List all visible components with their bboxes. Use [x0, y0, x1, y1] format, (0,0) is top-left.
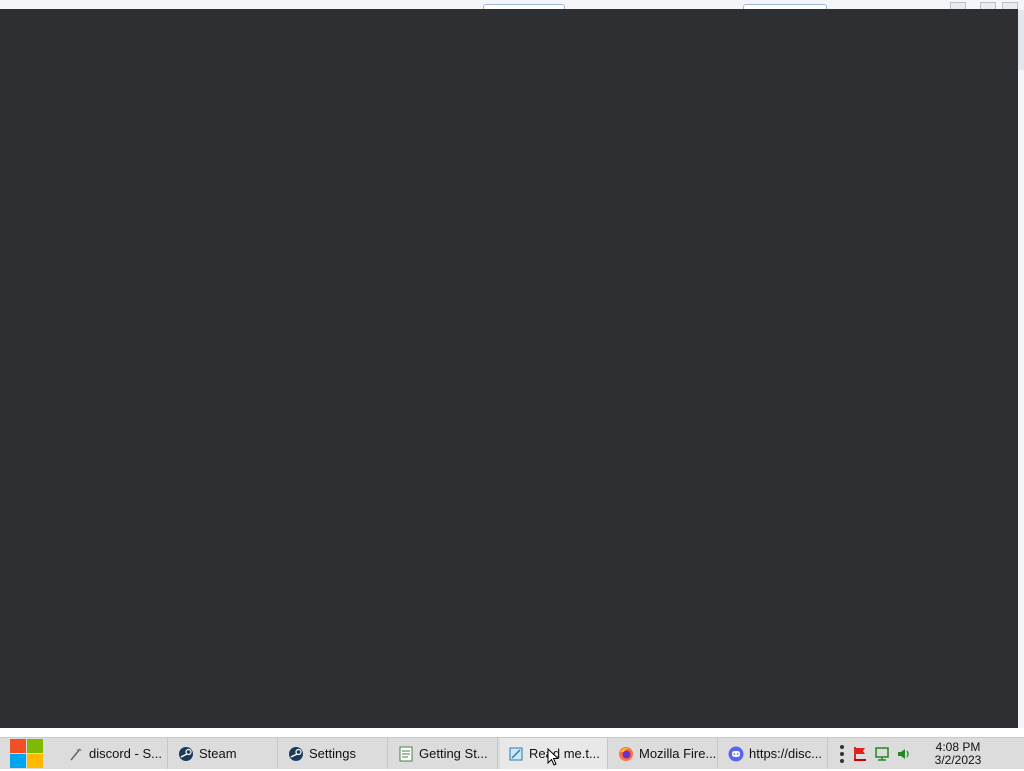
- flag-icon[interactable]: [849, 738, 871, 769]
- windows-logo-icon: [10, 739, 44, 769]
- start-button[interactable]: [0, 738, 52, 769]
- document-icon: [398, 746, 414, 762]
- taskbar-item-label: discord - S...: [89, 746, 162, 761]
- taskbar-item-label: Read me.t...: [529, 746, 600, 761]
- network-icon[interactable]: [871, 738, 893, 769]
- taskbar-item-discord-browser[interactable]: https://disc...: [720, 738, 828, 769]
- background-window-edge: [1017, 10, 1024, 728]
- feather-icon: [68, 746, 84, 762]
- steam-icon: [178, 746, 194, 762]
- clock[interactable]: 4:08 PM 3/2/2023: [927, 739, 989, 767]
- taskbar-item-label: Settings: [309, 746, 356, 761]
- taskbar-item-settings[interactable]: Settings: [280, 738, 388, 769]
- taskbar-item-label: Mozilla Fire...: [639, 746, 717, 761]
- clock-time: 4:08 PM: [935, 739, 981, 754]
- taskbar-item-label: Steam: [199, 746, 237, 761]
- taskbar: discord - S... Steam Settings Getting St…: [0, 737, 1024, 769]
- more-options-icon[interactable]: [835, 738, 849, 769]
- firefox-icon: [618, 746, 634, 762]
- discord-icon: [728, 746, 744, 762]
- notepad-icon: [508, 746, 524, 762]
- desktop-strip: [0, 728, 1024, 737]
- taskbar-item-label: https://disc...: [749, 746, 822, 761]
- taskbar-item-getting-started[interactable]: Getting St...: [390, 738, 498, 769]
- taskbar-item-label: Getting St...: [419, 746, 488, 761]
- system-tray: 4:08 PM 3/2/2023: [829, 738, 1024, 769]
- volume-icon[interactable]: [893, 738, 915, 769]
- clock-date: 3/2/2023: [934, 752, 982, 767]
- taskbar-item-firefox[interactable]: Mozilla Fire...: [610, 738, 718, 769]
- taskbar-item-steam[interactable]: Steam: [170, 738, 278, 769]
- taskbar-item-discord-setup[interactable]: discord - S...: [60, 738, 168, 769]
- dark-app-window[interactable]: [0, 9, 1018, 728]
- steam-icon: [288, 746, 304, 762]
